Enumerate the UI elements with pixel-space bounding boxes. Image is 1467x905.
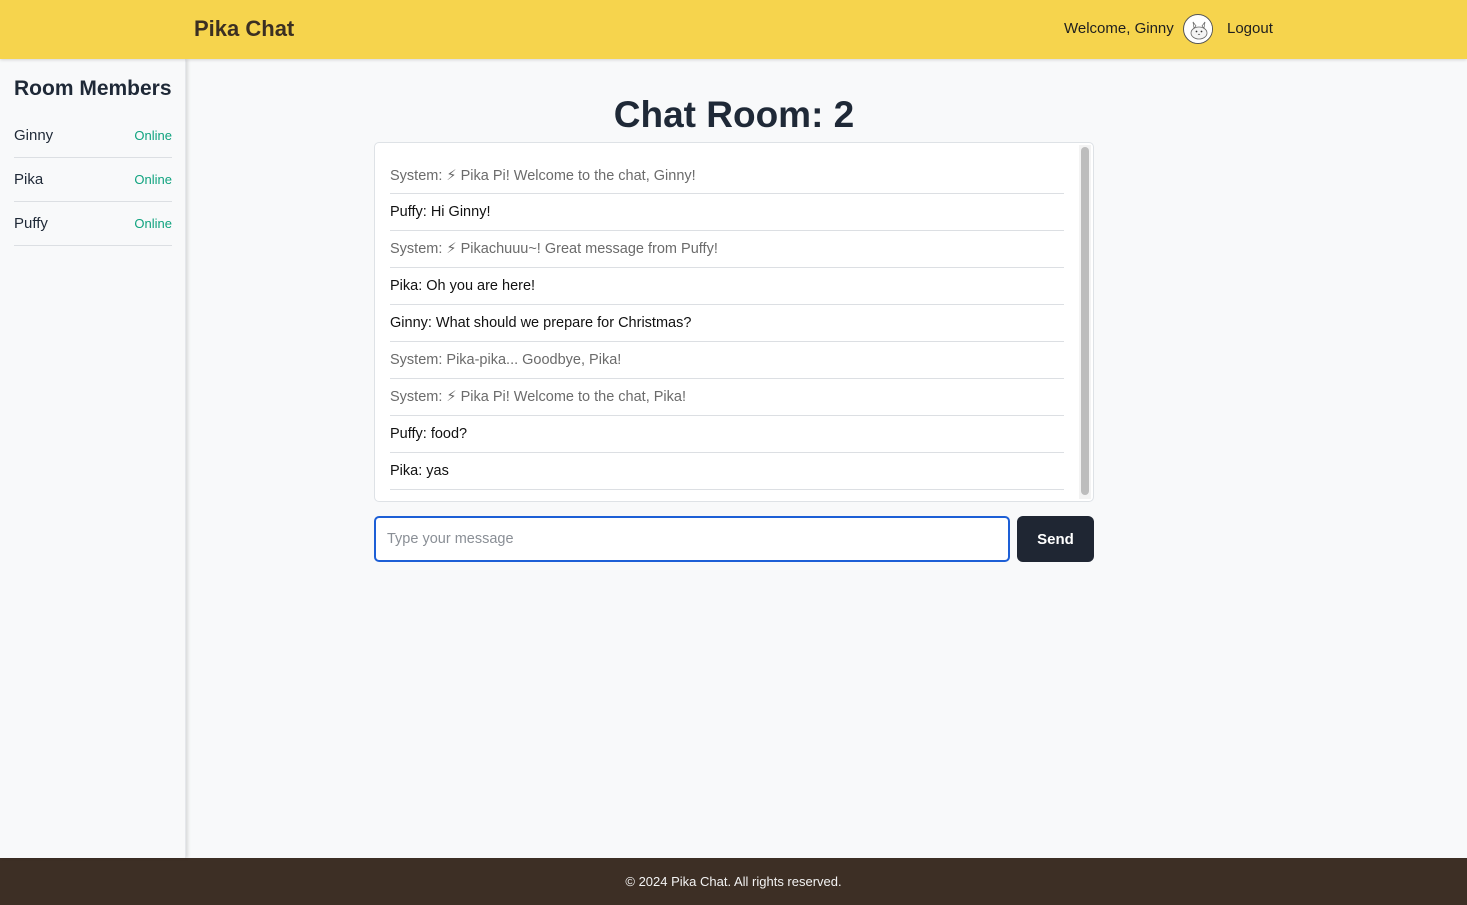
member-name: Pika — [14, 171, 44, 188]
message-item: Pika: Oh you are here! — [390, 268, 1064, 305]
send-button[interactable]: Send — [1017, 516, 1094, 562]
messages-panel[interactable]: System: ⚡ Pika Pi! Welcome to the chat, … — [374, 142, 1094, 502]
message-item: System: ⚡ Pika Pi! Welcome to the chat, … — [390, 379, 1064, 416]
copyright-text: © 2024 Pika Chat. All rights reserved. — [625, 874, 842, 889]
sidebar-title: Room Members — [14, 77, 172, 100]
member-name: Puffy — [14, 215, 48, 232]
avatar-image — [1185, 16, 1212, 43]
message-input[interactable] — [374, 516, 1010, 562]
room-members-sidebar: Room Members Ginny Online Pika Online Pu… — [0, 59, 186, 858]
message-item: Puffy: Hi Ginny! — [390, 194, 1064, 231]
member-status-badge: Online — [134, 128, 172, 143]
message-item: Puffy: food? — [390, 416, 1064, 453]
member-status-badge: Online — [134, 172, 172, 187]
member-list: Ginny Online Pika Online Puffy Online — [14, 114, 172, 246]
logout-link[interactable]: Logout — [1227, 20, 1273, 37]
message-item: Ginny: What should we prepare for Christ… — [390, 305, 1064, 342]
member-item-ginny[interactable]: Ginny Online — [14, 114, 172, 158]
top-navbar: Pika Chat Welcome, Ginny Logout — [0, 0, 1467, 59]
message-item: Pika: yas — [390, 453, 1064, 490]
pokemon-avatar-icon[interactable] — [1183, 14, 1213, 44]
member-item-puffy[interactable]: Puffy Online — [14, 202, 172, 246]
message-item: System: Pika-pika... Goodbye, Pika! — [390, 342, 1064, 379]
message-item: System: ⚡ Pika Pi! Welcome to the chat, … — [390, 158, 1064, 194]
page-footer: © 2024 Pika Chat. All rights reserved. — [0, 858, 1467, 905]
member-status-badge: Online — [134, 216, 172, 231]
message-list: System: ⚡ Pika Pi! Welcome to the chat, … — [390, 158, 1064, 490]
messages-scrollbar-thumb[interactable] — [1081, 147, 1089, 495]
brand-logo-text[interactable]: Pika Chat — [194, 16, 294, 42]
chat-room-title: Chat Room: 2 — [613, 94, 855, 135]
member-name: Ginny — [14, 127, 54, 144]
member-item-pika[interactable]: Pika Online — [14, 158, 172, 202]
message-item: System: ⚡ Pikachuuu~! Great message from… — [390, 231, 1064, 268]
welcome-text: Welcome, Ginny — [1064, 20, 1174, 37]
